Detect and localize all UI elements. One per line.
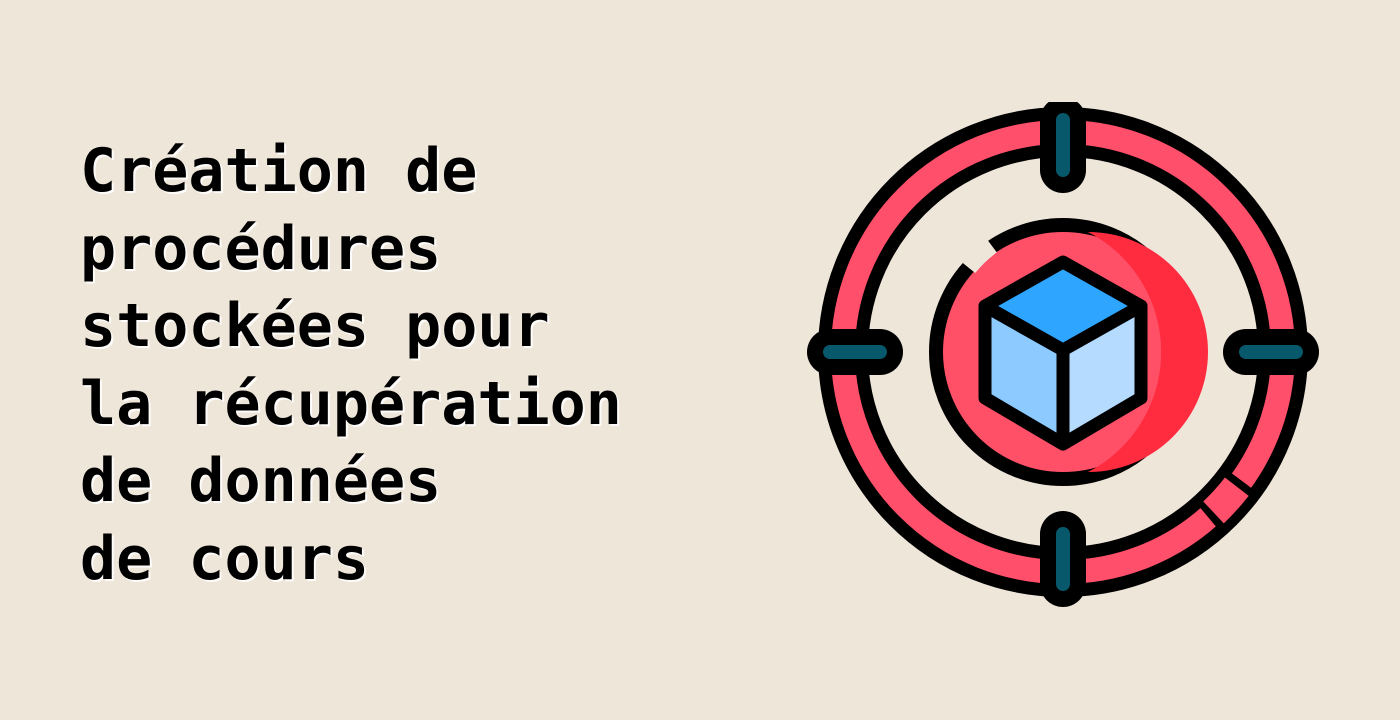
target-illustration (806, 102, 1322, 610)
outer-ring-gap-fill (1203, 477, 1249, 524)
cube-icon (978, 255, 1148, 451)
title-line-3: stockées pour (80, 291, 550, 361)
title-line-2: procédures (80, 213, 442, 284)
page-title: Création de procédures stockées pour la … (80, 133, 700, 598)
target-crosshair-cube-icon (807, 102, 1319, 607)
title-line-4: la récupération (80, 368, 622, 439)
title-line-6: de cours (80, 523, 369, 594)
title-line-1: Création de (80, 136, 478, 206)
title-line-5: de données (80, 446, 442, 516)
